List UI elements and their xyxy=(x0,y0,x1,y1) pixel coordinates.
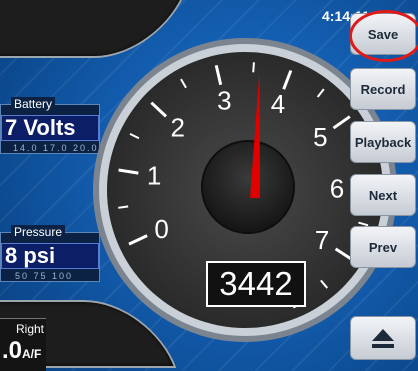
tach-scale-label: 1 xyxy=(147,161,161,191)
tach-scale-label: 2 xyxy=(170,112,184,142)
eject-icon xyxy=(372,329,394,348)
tach-digital-readout: 3442 xyxy=(206,261,306,307)
tach-tick xyxy=(118,205,129,209)
tach-tick xyxy=(252,62,255,73)
tach-scale-label: 5 xyxy=(313,122,327,152)
next-button[interactable]: Next xyxy=(350,174,416,216)
record-button[interactable]: Record xyxy=(350,68,416,110)
prev-button[interactable]: Prev xyxy=(350,226,416,268)
tach-scale-label: 0 xyxy=(154,214,168,244)
save-button-highlight xyxy=(349,10,418,62)
tach-scale-label: 3 xyxy=(217,85,231,115)
tach-scale-label: 4 xyxy=(271,89,285,119)
playback-button[interactable]: Playback xyxy=(350,121,416,163)
tach-scale-label: 6 xyxy=(330,173,344,203)
eject-button[interactable] xyxy=(350,316,416,360)
tach-hub xyxy=(201,140,295,234)
tach-scale-label: 7 xyxy=(315,225,329,255)
